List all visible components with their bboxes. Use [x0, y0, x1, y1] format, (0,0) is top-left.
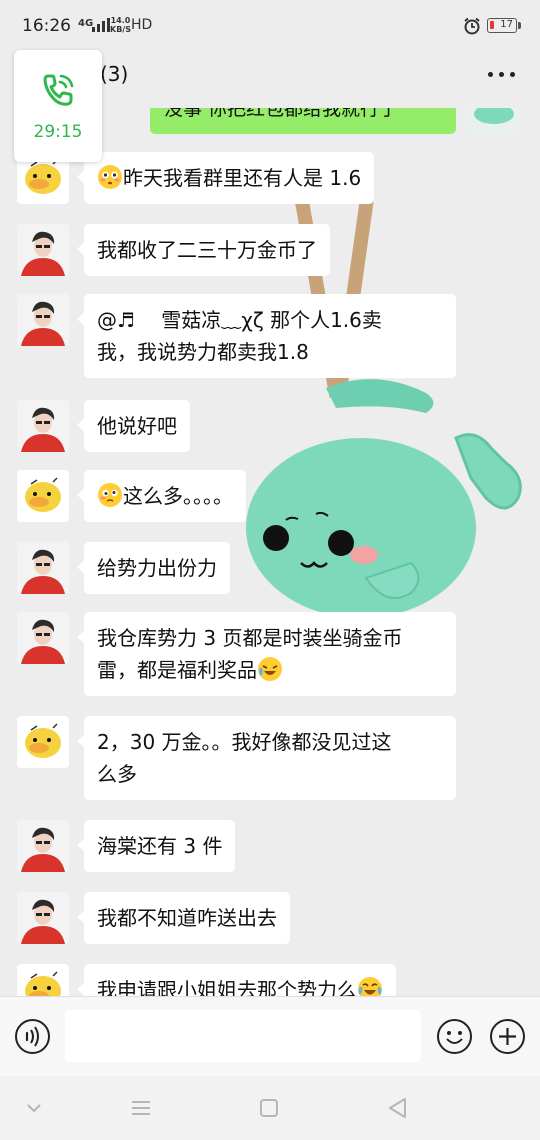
message-text-line2: 雷，都是福利奖品	[97, 658, 257, 682]
tears-of-joy-emoji-icon	[358, 977, 382, 996]
avatar-self[interactable]	[468, 108, 520, 134]
message-bubble[interactable]: 这么多。。。。	[77, 470, 246, 522]
battery-tip	[518, 22, 521, 29]
man-avatar-icon	[17, 612, 69, 664]
battery-level: 17	[500, 19, 513, 30]
avatar-man[interactable]	[17, 400, 69, 452]
menu-icon[interactable]	[127, 1094, 155, 1122]
status-bar: 16:26 4G 14.0 KB/S HD 17	[0, 0, 540, 52]
hd-indicator: HD	[131, 17, 153, 33]
message-text-line2: 么多	[97, 762, 137, 786]
duck-avatar-icon	[17, 964, 69, 996]
man-avatar-icon	[17, 542, 69, 594]
message-text: 我都不知道咋送出去	[97, 906, 277, 930]
dinosaur-avatar-icon	[468, 108, 520, 134]
voice-input-icon[interactable]	[14, 1018, 51, 1055]
system-nav-bar	[0, 1076, 540, 1140]
phone-icon	[43, 74, 74, 106]
message-bubble[interactable]: 我申请跟小姐姐去那个势力么	[77, 964, 396, 996]
duck-avatar-icon	[17, 716, 69, 768]
avatar-duck[interactable]	[17, 470, 69, 522]
man-avatar-icon	[17, 892, 69, 944]
message-text: 这么多。。。。	[123, 484, 233, 508]
message-input[interactable]	[65, 1010, 421, 1062]
message-text: 昨天我看群里还有人是 1.6	[123, 166, 362, 190]
avatar-duck[interactable]	[17, 964, 69, 996]
network-type: 4G	[78, 18, 94, 29]
more-icon[interactable]	[488, 72, 516, 80]
input-bar	[0, 996, 540, 1076]
message-bubble[interactable]: 我都收了二三十万金币了	[77, 224, 330, 276]
message-text: 给势力出份力	[97, 556, 217, 580]
avatar-man[interactable]	[17, 892, 69, 944]
home-icon[interactable]	[255, 1094, 283, 1122]
man-avatar-icon	[17, 820, 69, 872]
flushed-emoji-icon	[98, 165, 122, 189]
message-text: 海棠还有 3 件	[97, 834, 223, 858]
back-icon[interactable]	[384, 1094, 412, 1122]
avatar-man[interactable]	[17, 294, 69, 346]
speed-value: 14.0	[110, 16, 131, 25]
status-time: 16:26	[22, 16, 71, 36]
battery-icon: 17	[487, 18, 517, 33]
message-text: 我都收了二三十万金币了	[97, 238, 317, 262]
avatar-man[interactable]	[17, 820, 69, 872]
avatar-man[interactable]	[17, 224, 69, 276]
dizzy-face-emoji-icon	[98, 483, 122, 507]
speed-unit: KB/S	[110, 25, 131, 34]
message-text: 没事 你把红包都给我就行了	[164, 108, 399, 120]
avatar-man[interactable]	[17, 542, 69, 594]
message-bubble[interactable]: 给势力出份力	[77, 542, 230, 594]
message-text-line1: 2，30 万金。。我好像都没见过这	[97, 730, 392, 754]
chat-area[interactable]: 没事 你把红包都给我就行了 昨天我看群里还有人是 1.6 我都收了二三十万金币了…	[0, 108, 540, 996]
man-avatar-icon	[17, 224, 69, 276]
message-text-line1: @♬ 雪菇凉﹏χζ 那个人1.6卖	[97, 308, 382, 332]
message-bubble[interactable]: 海棠还有 3 件	[76, 820, 236, 872]
plus-icon[interactable]	[489, 1018, 526, 1055]
message-bubble[interactable]: 我仓库势力 3 页都是时装坐骑金币 雷，都是福利奖品	[77, 612, 456, 696]
network-speed: 14.0 KB/S	[110, 16, 131, 34]
message-bubble[interactable]: 他说好吧	[77, 400, 190, 452]
message-text: 他说好吧	[97, 414, 177, 438]
message-bubble[interactable]: @♬ 雪菇凉﹏χζ 那个人1.6卖 我，我说势力都卖我1.8	[77, 294, 456, 378]
message-text-line2: 我，我说势力都卖我1.8	[97, 340, 309, 364]
call-timer: 29:15	[33, 122, 83, 142]
man-avatar-icon	[17, 400, 69, 452]
message-bubble[interactable]: 2，30 万金。。我好像都没见过这 么多	[77, 716, 456, 800]
chevron-down-icon[interactable]	[20, 1094, 48, 1122]
laugh-cry-emoji-icon	[258, 657, 282, 681]
duck-avatar-icon	[17, 470, 69, 522]
alarm-icon	[464, 17, 480, 35]
emoji-icon[interactable]	[436, 1018, 473, 1055]
message-text-line1: 我仓库势力 3 页都是时装坐骑金币	[97, 626, 403, 650]
avatar-duck[interactable]	[17, 716, 69, 768]
message-bubble[interactable]: 我都不知道咋送出去	[77, 892, 290, 944]
message-bubble-self[interactable]: 没事 你把红包都给我就行了	[150, 108, 456, 134]
message-bubble[interactable]: 昨天我看群里还有人是 1.6	[76, 152, 375, 204]
chat-title: (3)	[100, 62, 129, 86]
voice-call-float[interactable]: 29:15	[14, 50, 102, 162]
message-text: 我申请跟小姐姐去那个势力么	[97, 978, 357, 996]
avatar-man[interactable]	[17, 612, 69, 664]
man-avatar-icon	[17, 294, 69, 346]
